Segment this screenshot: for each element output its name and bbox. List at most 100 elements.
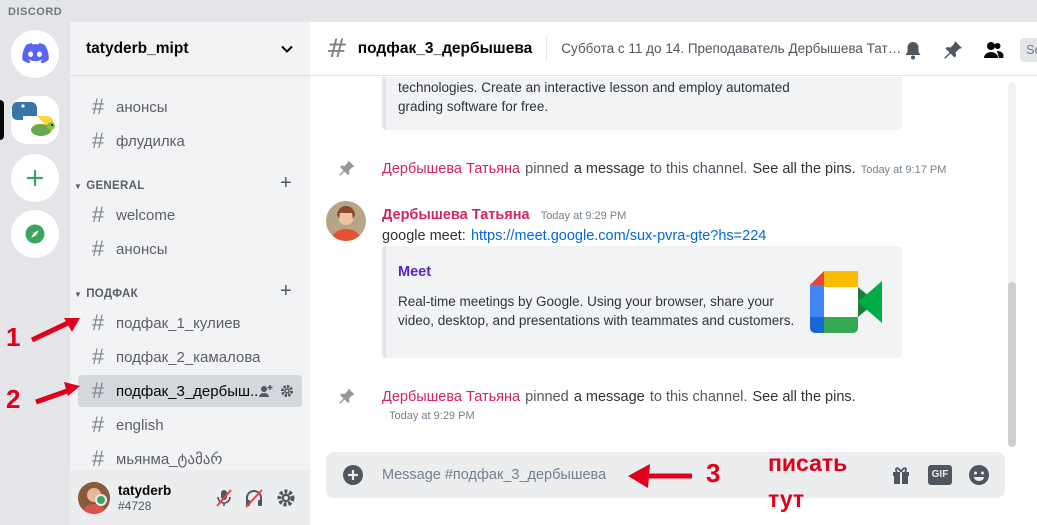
author-avatar[interactable]	[326, 201, 366, 241]
channel-item-podfak-2[interactable]: # подфак_2_камалова	[78, 341, 302, 373]
channel-item-anonsy[interactable]: # анонсы	[78, 91, 302, 123]
server-rail	[0, 22, 70, 525]
user-settings-gear-icon[interactable]	[275, 487, 297, 509]
channel-sidebar: tatyderb_mipt # анонсы # флудилка ▼ GENE…	[70, 22, 310, 525]
google-meet-logo-icon	[810, 271, 882, 333]
chevron-down-icon: ▼	[74, 289, 83, 299]
embed-description: technologies. Create an interactive less…	[398, 78, 790, 116]
category-podfak[interactable]: ▼ ПОДФАК +	[70, 280, 310, 304]
add-channel-icon[interactable]: +	[280, 172, 292, 195]
mute-microphone-icon[interactable]	[213, 487, 235, 509]
plus-icon	[26, 169, 44, 187]
channel-item-anonsy-general[interactable]: # анонсы	[78, 233, 302, 265]
annotation-note-line1: писать	[768, 450, 848, 476]
channel-label: флудилка	[116, 132, 185, 150]
home-button[interactable]	[11, 30, 59, 78]
channel-label: анонсы	[116, 240, 168, 258]
system-text: to this channel.	[649, 161, 748, 177]
guild-name: tatyderb_mipt	[86, 39, 189, 57]
channel-item-english[interactable]: # english	[78, 409, 302, 441]
invite-icon[interactable]	[258, 383, 274, 399]
annotation-number-1: 1	[6, 322, 21, 352]
channel-item-fludilka[interactable]: # флудилка	[78, 125, 302, 157]
link-embed: technologies. Create an interactive less…	[382, 77, 902, 130]
member-list-icon[interactable]	[982, 39, 1004, 61]
discord-logo-icon	[22, 43, 49, 64]
channel-label: welcome	[116, 206, 176, 224]
message-input[interactable]	[382, 465, 802, 485]
system-text: pinned	[525, 389, 569, 405]
discord-window: DISCORD tatyderb_mipt # анонсы # флудилк…	[0, 0, 1037, 525]
message-author[interactable]: Дербышева Татьяна	[382, 161, 520, 177]
user-panel: tatyderb #4728	[70, 470, 310, 525]
channel-label: подфак_2_камалова	[116, 348, 261, 366]
pin-icon[interactable]	[942, 39, 964, 61]
pinned-message-link[interactable]: a message	[574, 389, 645, 405]
message-list: technologies. Create an interactive less…	[310, 77, 1020, 447]
gift-icon[interactable]	[890, 464, 912, 486]
category-general[interactable]: ▼ GENERAL +	[70, 172, 310, 196]
add-server-button[interactable]	[11, 154, 59, 202]
online-status-dot	[95, 494, 107, 506]
server-python[interactable]	[11, 96, 59, 144]
channel-label: анонсы	[116, 98, 168, 116]
hash-icon: #	[91, 236, 105, 261]
channel-item-podfak-1[interactable]: # подфак_1_кулиев	[78, 307, 302, 339]
channel-topic[interactable]: Суббота с 11 до 14. Преподаватель Дербыш…	[561, 41, 901, 56]
embed-title[interactable]: Meet	[398, 264, 431, 280]
channel-label: english	[116, 416, 164, 434]
upload-plus-icon[interactable]	[342, 464, 364, 486]
channel-label: подфак_1_кулиев	[116, 314, 241, 332]
explore-servers-button[interactable]	[11, 210, 59, 258]
gear-icon[interactable]	[280, 384, 294, 398]
hash-icon: #	[91, 202, 105, 227]
system-message-pin: Дербышева Татьяна pinned a message to th…	[382, 386, 856, 405]
hash-icon: #	[91, 378, 105, 403]
annotation-arrow-2	[35, 382, 80, 405]
search-input[interactable]: Se	[1020, 38, 1037, 62]
system-message-pin: Дербышева Татьяна pinned a message to th…	[382, 158, 946, 177]
bell-icon[interactable]	[902, 39, 924, 61]
embed-line: technologies. Create an interactive less…	[398, 80, 790, 95]
compass-icon	[25, 224, 45, 244]
scrollbar-thumb[interactable]	[1008, 282, 1016, 447]
deafen-headphones-icon[interactable]	[243, 487, 265, 509]
emoji-icon[interactable]	[968, 464, 990, 486]
message-link[interactable]: https://meet.google.com/sux-pvra-gte?hs=…	[471, 228, 766, 244]
gif-button[interactable]: GIF	[928, 465, 952, 485]
user-info[interactable]: tatyderb #4728	[118, 483, 171, 513]
python-turtle-icon	[11, 96, 59, 144]
add-channel-icon[interactable]: +	[280, 280, 292, 303]
hash-icon: #	[91, 446, 105, 471]
message-author[interactable]: Дербышева Татьяна	[382, 207, 530, 223]
annotation-arrow-3	[628, 464, 692, 488]
guild-header[interactable]: tatyderb_mipt	[70, 22, 310, 76]
embed-description: Real-time meetings by Google. Using your…	[398, 292, 794, 330]
system-text: pinned	[525, 161, 569, 177]
pinned-message-link[interactable]: a message	[574, 161, 645, 177]
channel-item-podfak-3[interactable]: # подфак_3_дербыш...	[78, 375, 302, 407]
message-scrollbar[interactable]	[1008, 82, 1016, 447]
message-timestamp: Today at 9:29 PM	[540, 210, 627, 222]
selected-server-indicator	[0, 100, 4, 140]
message-timestamp: Today at 9:29 PM	[389, 410, 475, 422]
channel-item-welcome[interactable]: # welcome	[78, 199, 302, 231]
hash-icon: #	[91, 310, 105, 335]
pin-icon	[339, 160, 355, 176]
app-brand: DISCORD	[8, 6, 63, 18]
message-author[interactable]: Дербышева Татьяна	[382, 389, 520, 405]
see-all-pins-link[interactable]: See all the pins.	[752, 389, 855, 405]
annotation-note-line2: тут	[768, 486, 805, 512]
channel-label: подфак_3_дербыш...	[116, 382, 258, 400]
annotation-arrow-1	[30, 318, 80, 343]
channel-header: # подфак_3_дербышева Суббота с 11 до 14.…	[310, 22, 1037, 76]
embed-line: grading software for free.	[398, 99, 549, 114]
hash-icon: #	[91, 128, 105, 153]
message-content: google meet: https://meet.google.com/sux…	[382, 225, 766, 244]
message-text: google meet:	[382, 228, 466, 244]
hash-icon: #	[91, 344, 105, 369]
hash-icon: #	[326, 33, 348, 64]
see-all-pins-link[interactable]: See all the pins.	[752, 161, 855, 177]
channel-label: мьянма_ტამარ	[116, 451, 223, 468]
author-avatar-image	[326, 201, 366, 241]
